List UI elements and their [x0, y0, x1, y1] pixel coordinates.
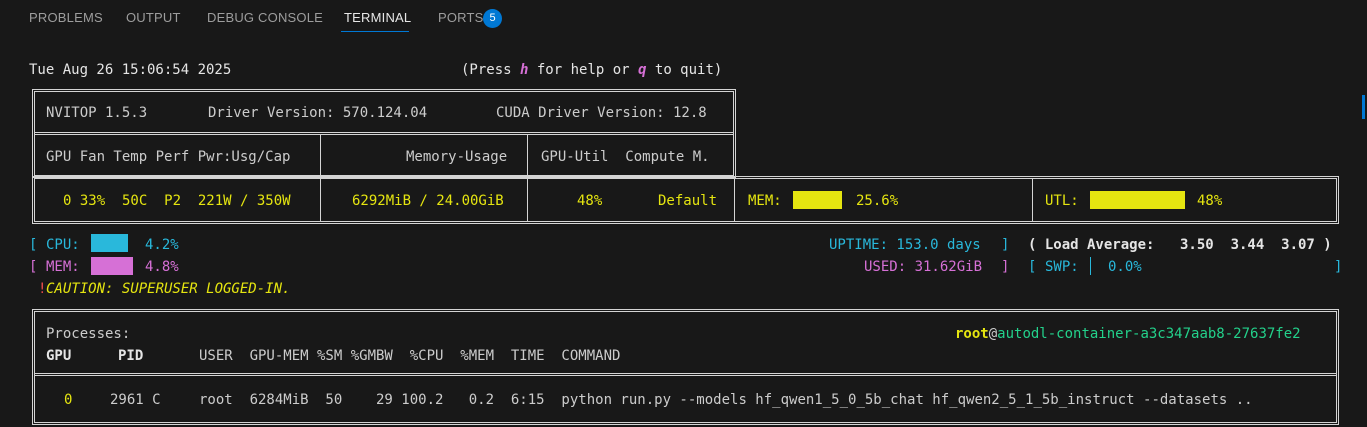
- swp-bracket-open: [: [1028, 259, 1037, 275]
- datetime: Tue Aug 26 15:06:54 2025: [29, 62, 232, 78]
- cpu-bar: [91, 234, 128, 252]
- tab-ports[interactable]: PORTS: [438, 10, 484, 25]
- col-header-proc-gpu: GPU: [46, 348, 72, 364]
- col-header-pid: PID: [118, 348, 144, 364]
- cuda-version: CUDA Driver Version: 12.8: [496, 105, 707, 121]
- user-name: root: [955, 326, 989, 342]
- process-details: root 6284MiB 50 29 100.2 0.2 6:15 python…: [199, 392, 1253, 408]
- cpu-bracket-open: [: [29, 237, 38, 253]
- used-memory: USED: 31.62GiB: [864, 259, 983, 275]
- column-divider: [320, 179, 321, 221]
- process-pid: 2961 C: [110, 392, 161, 408]
- swp-percent: 0.0%: [1108, 259, 1142, 275]
- swp-bracket-close: ]: [1334, 259, 1343, 275]
- panel-tab-bar: PROBLEMS OUTPUT DEBUG CONSOLE TERMINAL P…: [0, 0, 1367, 38]
- load-average-label: ( Load Average:: [1028, 237, 1155, 253]
- compute-mode: Default: [658, 193, 718, 209]
- mem-label: MEM:: [46, 259, 80, 275]
- active-tab-indicator: [341, 31, 409, 32]
- column-divider: [527, 179, 528, 221]
- mem-percent: 4.8%: [145, 259, 179, 275]
- gpu-utl-percent: 48%: [1197, 193, 1223, 209]
- gpu-utl-label: UTL:: [1045, 193, 1079, 209]
- gpu-mem-label: MEM:: [748, 193, 782, 209]
- gpu-util: 48%: [577, 193, 603, 209]
- tab-problems[interactable]: PROBLEMS: [29, 10, 103, 25]
- uptime: UPTIME: 153.0 days: [829, 237, 981, 253]
- nvitop-version: NVITOP 1.5.3: [46, 105, 148, 121]
- column-divider: [734, 179, 735, 221]
- col-header-util: GPU-Util Compute M.: [541, 149, 710, 165]
- caution-text: CAUTION: SUPERUSER LOGGED-IN.: [46, 281, 291, 297]
- swp-label: SWP:: [1045, 259, 1079, 275]
- gpu-stats: 0 33% 50C P2 221W / 350W: [63, 193, 291, 209]
- ports-count-badge: 5: [483, 9, 502, 28]
- gpu-memory-usage: 6292MiB / 24.00GiB: [352, 193, 504, 209]
- cpu-label: CPU:: [46, 237, 80, 253]
- header-divider: [35, 132, 733, 135]
- mem-bracket-open: [: [29, 259, 38, 275]
- process-gpu: 0: [64, 392, 73, 408]
- user-host: root@autodl-container-a3c347aab8-27637fe…: [955, 326, 1301, 342]
- gpu-mem-bar: [793, 191, 842, 209]
- tab-output[interactable]: OUTPUT: [126, 10, 181, 25]
- col-header-rest: USER GPU-MEM %SM %GMBW %CPU %MEM TIME CO…: [199, 348, 621, 364]
- column-divider: [320, 134, 321, 176]
- processes-title: Processes:: [46, 326, 131, 342]
- tab-terminal[interactable]: TERMINAL: [344, 10, 411, 25]
- cpu-bracket-close: ]: [1001, 237, 1010, 253]
- col-header-gpu: GPU Fan Temp Perf Pwr:Usg/Cap: [46, 149, 291, 165]
- gpu-mem-percent: 25.6%: [856, 193, 899, 209]
- column-divider: [527, 134, 528, 176]
- processes-divider: [35, 373, 1336, 376]
- driver-version: Driver Version: 570.124.04: [208, 105, 428, 121]
- scrollbar-marker[interactable]: [1362, 95, 1365, 119]
- col-header-memory: Memory-Usage: [406, 149, 508, 165]
- tab-debug-console[interactable]: DEBUG CONSOLE: [207, 10, 323, 25]
- mem-bracket-close: ]: [1001, 259, 1010, 275]
- swp-bar: [1090, 257, 1091, 275]
- host-name: autodl-container-a3c347aab8-27637fe2: [997, 326, 1301, 342]
- help-hint: (Press h for help or q to quit): [461, 62, 723, 78]
- load-average-values: 3.50 3.44 3.07 ): [1180, 237, 1332, 253]
- gpu-utl-bar: [1090, 191, 1185, 209]
- cpu-percent: 4.2%: [145, 237, 179, 253]
- column-divider: [1032, 179, 1033, 221]
- mem-bar: [91, 257, 133, 275]
